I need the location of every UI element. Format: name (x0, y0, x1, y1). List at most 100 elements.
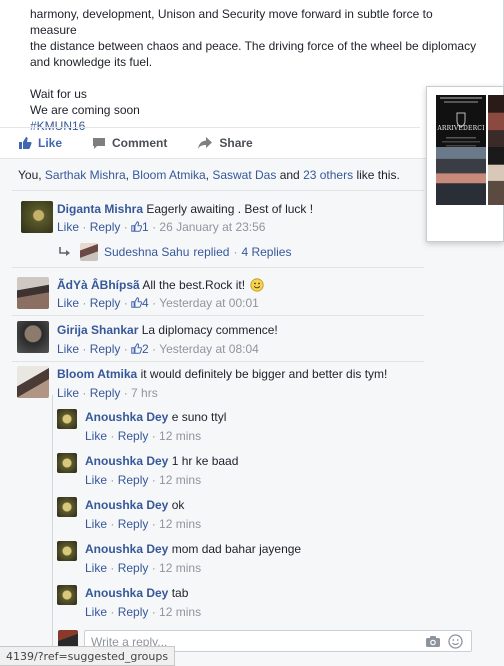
post-line: Wait for us (30, 87, 87, 101)
meta-sep: · (107, 561, 118, 575)
reply-reply-link[interactable]: Reply (118, 429, 149, 443)
like-count[interactable]: 2 (131, 342, 149, 356)
reply-reply-link[interactable]: Reply (118, 605, 149, 619)
thumbs-up-icon (19, 136, 32, 149)
reply-time[interactable]: 12 mins (159, 473, 201, 487)
share-button[interactable]: Share (197, 135, 253, 150)
reply-reply-link[interactable]: Reply (118, 473, 149, 487)
comment-author[interactable]: ÃdYà ÂBhípsã (57, 278, 140, 292)
others-link[interactable]: 23 others (303, 168, 353, 182)
reply-like-link[interactable]: Like (85, 561, 107, 575)
comment-time[interactable]: Yesterday at 08:04 (159, 342, 259, 356)
meta-sep: · (148, 605, 160, 619)
avatar[interactable] (17, 277, 49, 309)
meta-sep: · (148, 429, 160, 443)
reply-body: Anoushka Dey mom dad bahar jayenge (85, 542, 301, 556)
reply-author[interactable]: Anoushka Dey (85, 454, 168, 468)
avatar[interactable] (57, 585, 77, 605)
divider (12, 315, 424, 316)
like-count[interactable]: 1 (131, 220, 149, 234)
meta-sep: · (120, 220, 132, 234)
avatar[interactable] (17, 366, 49, 398)
reply-text: ok (168, 498, 185, 512)
emoji-icon[interactable] (448, 634, 463, 649)
photo-thumbnail[interactable] (488, 147, 504, 205)
comment-meta: Like · Reply · 1 · 26 January at 23:56 (57, 220, 265, 234)
reply-time[interactable]: 12 mins (159, 605, 201, 619)
thumbs-up-icon (131, 343, 143, 354)
comment-author[interactable]: Diganta Mishra (57, 202, 143, 216)
reply-author[interactable]: Anoushka Dey (85, 586, 168, 600)
meta-sep: · (148, 473, 160, 487)
avatar[interactable] (57, 453, 77, 473)
avatar[interactable] (21, 201, 53, 233)
meta-sep: · (107, 473, 118, 487)
like-count-value: 2 (142, 342, 149, 356)
divider (12, 361, 424, 362)
reply-time[interactable]: 12 mins (159, 561, 201, 575)
comment-text: All the best.Rock it! (139, 278, 246, 292)
reply-summary-dot: · (233, 245, 238, 259)
photo-thumbnail[interactable] (436, 147, 486, 205)
comment-like-link[interactable]: Like (57, 296, 79, 310)
reply-body: Anoushka Dey tab (85, 586, 188, 600)
avatar[interactable] (17, 321, 49, 353)
comment-meta: Like · Reply · 2 · Yesterday at 08:04 (57, 342, 259, 356)
liker-link[interactable]: Bloom Atmika (132, 168, 205, 182)
like-button[interactable]: Like (18, 136, 62, 150)
photo-preview-popover[interactable]: ARRIVEDERCI (426, 86, 504, 242)
meta-sep: · (148, 220, 160, 234)
thumbs-up-icon (131, 221, 143, 232)
comment-time[interactable]: Yesterday at 00:01 (159, 296, 259, 310)
reply-like-link[interactable]: Like (85, 473, 107, 487)
comment-time[interactable]: 7 hrs (131, 386, 158, 400)
comment-reply-link[interactable]: Reply (90, 386, 121, 400)
comment-reply-link[interactable]: Reply (90, 342, 121, 356)
reply-meta: Like · Reply · 12 mins (85, 605, 201, 619)
liker-link[interactable]: Saswat Das (212, 168, 276, 182)
replies-summary[interactable]: Sudeshna Sahu replied · 4 Replies (58, 243, 291, 261)
likes-and: and (276, 168, 304, 182)
reply-like-link[interactable]: Like (85, 517, 107, 531)
meta-sep: · (107, 517, 118, 531)
meta-sep: · (120, 296, 132, 310)
reply-time[interactable]: 12 mins (159, 517, 201, 531)
avatar[interactable] (57, 409, 77, 429)
comment-like-link[interactable]: Like (57, 220, 79, 234)
comment-reply-link[interactable]: Reply (90, 220, 121, 234)
camera-icon[interactable] (425, 635, 441, 648)
avatar[interactable] (57, 541, 77, 561)
avatar[interactable] (57, 497, 77, 517)
reply-arrow-icon (59, 247, 70, 256)
reply-summary-action: replied (193, 245, 230, 259)
comment-button[interactable]: Comment (92, 136, 167, 150)
avatar[interactable] (80, 243, 98, 261)
meta-sep: · (79, 386, 90, 400)
reply-summary-author[interactable]: Sudeshna Sahu (104, 245, 189, 259)
reply-body: Anoushka Dey 1 hr ke baad (85, 454, 238, 468)
likes-suffix: like this. (353, 168, 400, 182)
comment-author[interactable]: Bloom Atmika (57, 367, 137, 381)
reply-reply-link[interactable]: Reply (118, 517, 149, 531)
comment-like-link[interactable]: Like (57, 342, 79, 356)
reply-author[interactable]: Anoushka Dey (85, 410, 168, 424)
comment-like-link[interactable]: Like (57, 386, 79, 400)
liker-link[interactable]: Sarthak Mishra (45, 168, 126, 182)
comment-reply-link[interactable]: Reply (90, 296, 121, 310)
comment-time[interactable]: 26 January at 23:56 (159, 220, 265, 234)
reply-like-link[interactable]: Like (85, 429, 107, 443)
like-count[interactable]: 4 (131, 296, 149, 310)
reply-author[interactable]: Anoushka Dey (85, 542, 168, 556)
comment-author[interactable]: Girija Shankar (57, 323, 138, 337)
meta-sep: · (148, 296, 160, 310)
poster-thumbnail[interactable]: ARRIVEDERCI (436, 95, 486, 153)
reply-author[interactable]: Anoushka Dey (85, 498, 168, 512)
photo-thumbnail[interactable] (488, 95, 504, 153)
share-label: Share (219, 135, 253, 150)
reply-like-link[interactable]: Like (85, 605, 107, 619)
divider (12, 267, 424, 268)
reply-thread-line (52, 395, 53, 666)
reply-time[interactable]: 12 mins (159, 429, 201, 443)
comment-body: Bloom Atmika it would definitely be bigg… (57, 367, 387, 381)
reply-reply-link[interactable]: Reply (118, 561, 149, 575)
